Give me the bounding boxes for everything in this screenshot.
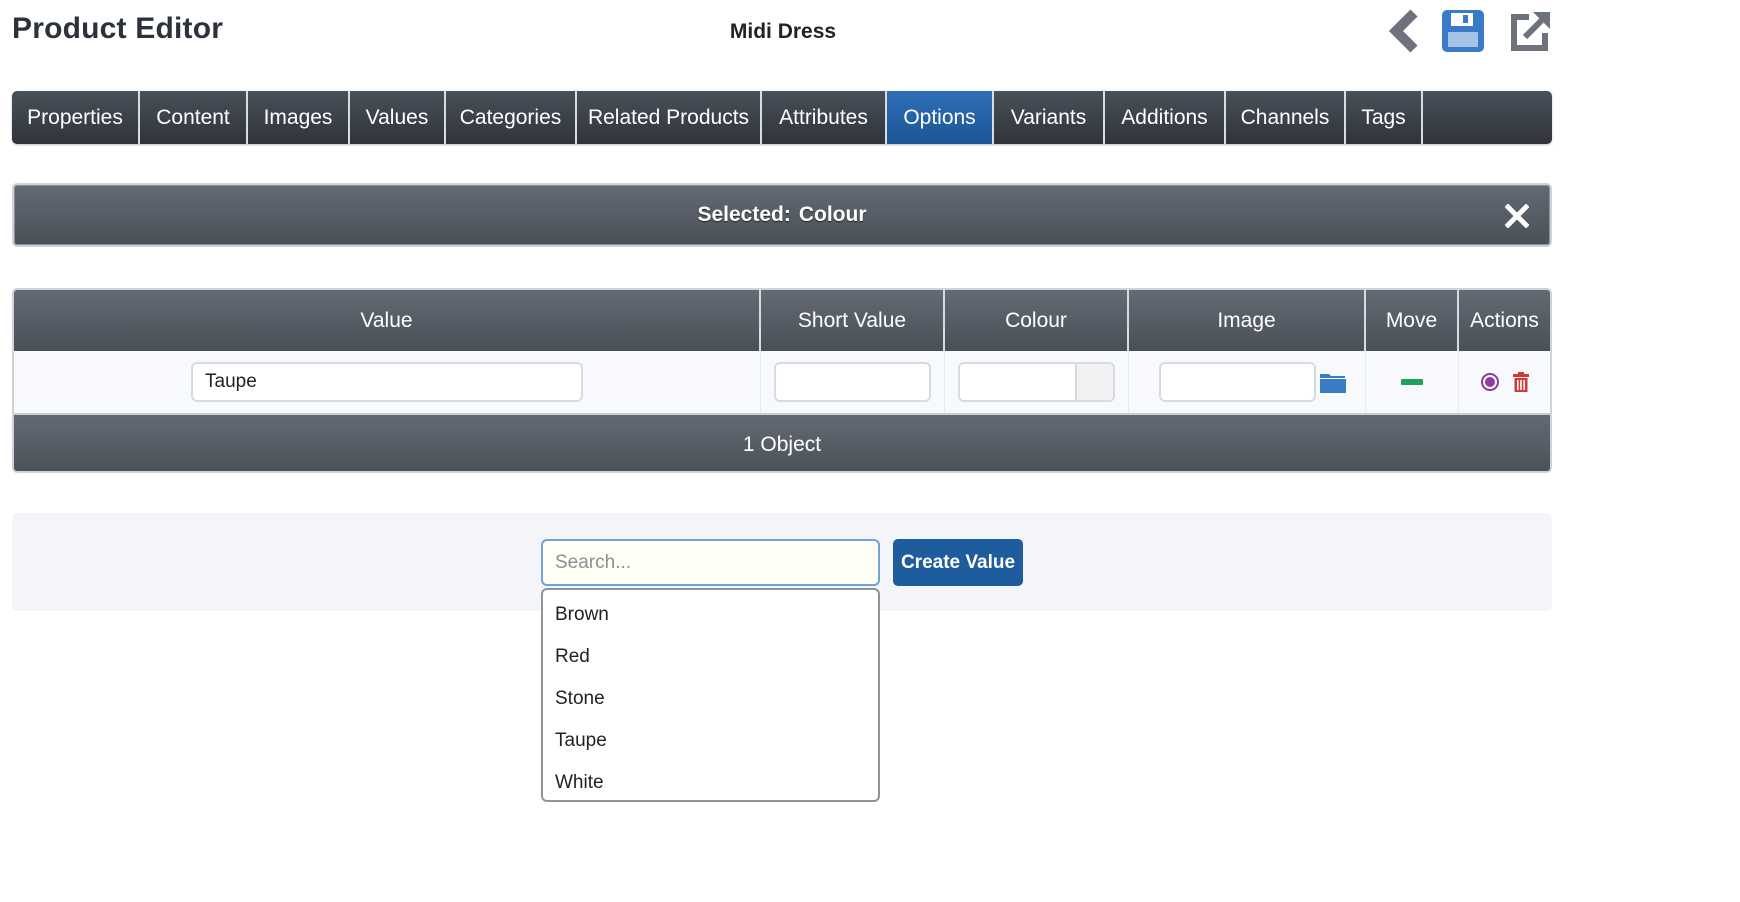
chevron-left-icon	[1388, 9, 1418, 53]
suggestion-item[interactable]: Stone	[543, 678, 878, 720]
trash-icon	[1512, 372, 1529, 392]
column-header-value[interactable]: Value	[14, 290, 761, 351]
tab-attributes[interactable]: Attributes	[762, 91, 887, 144]
record-name: Midi Dress	[729, 20, 837, 43]
option-values-table: Value Short Value Colour Image Move Acti…	[12, 288, 1552, 473]
browse-image-button[interactable]	[1319, 370, 1347, 399]
column-header-move: Move	[1366, 290, 1459, 351]
value-input[interactable]	[191, 362, 583, 402]
short-value-input[interactable]	[774, 362, 931, 402]
selected-label: Selected: Colour	[697, 203, 866, 227]
tab-related-products[interactable]: Related Products	[577, 91, 762, 144]
value-search-input[interactable]	[541, 539, 880, 586]
delete-row-button[interactable]	[1512, 371, 1530, 393]
cell-colour	[945, 351, 1129, 413]
column-header-short-value[interactable]: Short Value	[761, 290, 945, 351]
tab-bar-filler	[1423, 91, 1552, 144]
back-button[interactable]	[1382, 8, 1428, 54]
column-header-colour[interactable]: Colour	[945, 290, 1129, 351]
colour-input[interactable]	[960, 364, 1075, 400]
search-suggestions-dropdown: Brown Red Stone Taupe White	[541, 588, 880, 802]
cell-actions	[1459, 351, 1550, 413]
cell-move	[1366, 351, 1459, 413]
cell-short-value	[761, 351, 945, 413]
tab-categories[interactable]: Categories	[446, 91, 577, 144]
save-button[interactable]	[1440, 8, 1486, 54]
cell-image	[1129, 351, 1366, 413]
column-header-actions: Actions	[1470, 308, 1539, 332]
tab-images[interactable]: Images	[248, 91, 350, 144]
suggestion-item[interactable]: White	[543, 762, 878, 804]
table-row	[14, 351, 1550, 413]
selected-option-bar: Selected: Colour	[12, 183, 1552, 247]
open-external-button[interactable]	[1508, 8, 1554, 54]
image-input[interactable]	[1158, 362, 1316, 402]
table-footer-count: 1 Object	[14, 413, 1550, 471]
colour-swatch[interactable]	[1075, 364, 1113, 400]
selected-prefix: Selected:	[697, 203, 791, 226]
move-handle-icon[interactable]	[1401, 379, 1423, 385]
tab-channels[interactable]: Channels	[1226, 91, 1346, 144]
colour-picker	[958, 362, 1115, 402]
column-header-image[interactable]: Image	[1129, 290, 1366, 351]
select-row-button[interactable]	[1480, 372, 1500, 392]
tab-content[interactable]: Content	[140, 91, 248, 144]
tab-properties[interactable]: Properties	[12, 91, 140, 144]
floppy-disk-icon	[1442, 10, 1484, 52]
suggestion-item[interactable]: Red	[543, 636, 878, 678]
tab-additions[interactable]: Additions	[1105, 91, 1226, 144]
radio-select-icon	[1480, 373, 1499, 391]
table-header: Value Short Value Colour Image Move Acti…	[14, 290, 1550, 351]
tab-tags[interactable]: Tags	[1346, 91, 1423, 144]
tab-options[interactable]: Options	[887, 91, 994, 144]
external-link-icon	[1511, 12, 1550, 51]
close-selection-button[interactable]	[1502, 201, 1532, 231]
tab-variants[interactable]: Variants	[994, 91, 1105, 144]
close-icon	[1505, 204, 1529, 228]
tab-bar: Properties Content Images Values Categor…	[12, 91, 1552, 144]
suggestion-item[interactable]: Brown	[543, 594, 878, 636]
tab-values[interactable]: Values	[350, 91, 446, 144]
selected-value: Colour	[798, 203, 867, 226]
create-value-button[interactable]: Create Value	[893, 539, 1023, 586]
folder-icon	[1320, 374, 1346, 393]
cell-value	[14, 351, 761, 413]
suggestion-item[interactable]: Taupe	[543, 720, 878, 762]
